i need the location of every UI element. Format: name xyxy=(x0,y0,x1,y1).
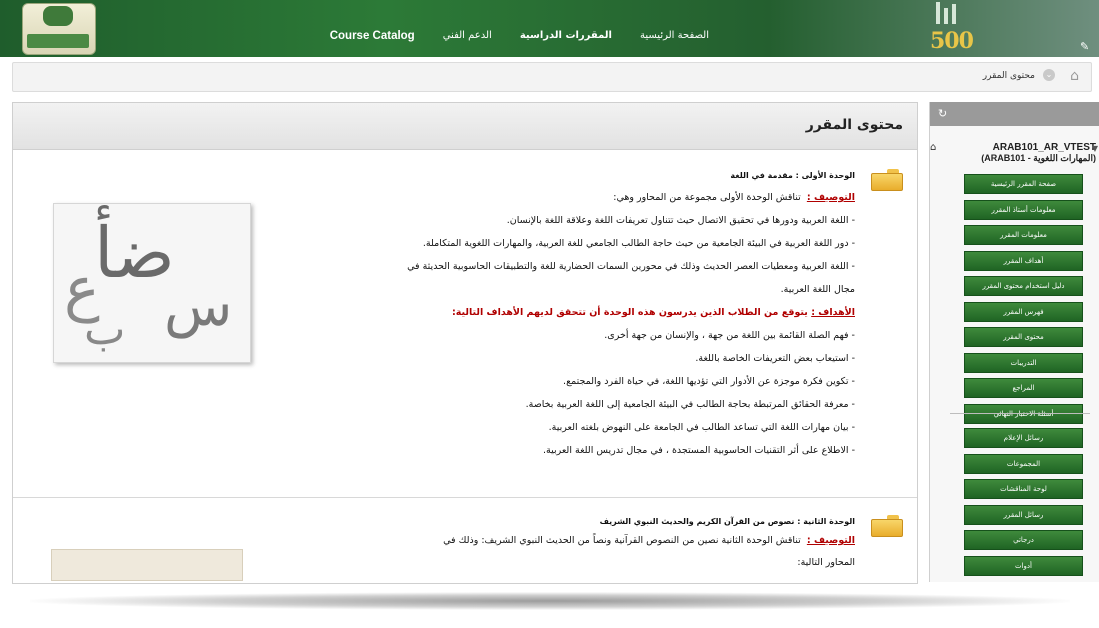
content-header: محتوى المقرر xyxy=(13,103,917,150)
breadcrumb: ⌂ ⌄ محتوى المقرر xyxy=(12,62,1092,92)
unit-1-image: ضأ ع س ب xyxy=(53,203,253,363)
unit-1-point: - دور اللغة العربية في البيئة الجامعية م… xyxy=(422,238,855,249)
chevron-down-icon[interactable]: ▼ xyxy=(1092,144,1098,153)
menu-discussion-board[interactable]: لوحة المناقشات xyxy=(964,479,1083,499)
sidebar-header: ↻ xyxy=(930,102,1099,126)
unit-1-description: التوصيف : تناقش الوحدة الأولى مجموعة من … xyxy=(407,186,855,209)
nav-course-catalog[interactable]: Course Catalog xyxy=(330,30,415,42)
university-logo[interactable] xyxy=(22,3,96,55)
unit-1-goal: - معرفة الحقائق المرتبطة بحاجة الطالب في… xyxy=(525,399,855,410)
unit-1-goal: - بيان مهارات اللغة التي تساعد الطالب في… xyxy=(548,422,855,433)
menu-groups[interactable]: المجموعات xyxy=(964,453,1083,474)
unit-1-goals: الأهداف : يتوقع من الطلاب الذين يدرسون ه… xyxy=(407,301,855,324)
menu-exercises[interactable]: التدريبات xyxy=(964,352,1083,373)
emblem-number: 500 xyxy=(930,28,974,54)
menu-course-content[interactable]: محتوى المقرر xyxy=(964,327,1083,347)
menu-instructor-info[interactable]: معلومات أستاذ المقرر xyxy=(964,199,1083,220)
menu-tools[interactable]: أدوات xyxy=(964,555,1083,576)
unit-1-goal: - فهم الصلة القائمة بين اللغة من جهة ، و… xyxy=(604,330,855,341)
emblem-tower xyxy=(952,4,956,24)
logo-ribbon xyxy=(27,34,89,48)
goals-text: يتوقع من الطلاب الذين يدرسون هذه الوحدة … xyxy=(451,307,808,318)
unit-2-next-line: المحاور التالية: xyxy=(797,557,855,568)
breadcrumb-current: محتوى المقرر xyxy=(982,71,1035,81)
calligraphy-glyph: س xyxy=(164,274,233,339)
course-code: ARAB101_AR_VTEST xyxy=(992,142,1096,153)
folder-body xyxy=(871,173,903,191)
course-sidebar: ↻ ⌂ ARAB101_AR_VTEST (ARAB101 - المهارات… xyxy=(929,102,1099,582)
menu-divider xyxy=(950,413,1090,414)
unit-1-point: مجال اللغة العربية. xyxy=(780,284,855,295)
content-panel: محتوى المقرر الوحدة الأولى : مقدمة في ال… xyxy=(12,102,918,584)
tools-menu: رسائل الإعلام المجموعات لوحة المناقشات ر… xyxy=(964,428,1083,581)
unit-1-point: - اللغة العربية ودورها في تحقيق الاتصال … xyxy=(506,215,855,226)
unit-1-goal: - استيعاب بعض التعريفات الخاصة باللغة. xyxy=(695,353,855,364)
menu-announcements[interactable]: رسائل الإعلام xyxy=(964,428,1083,448)
page-title: محتوى المقرر xyxy=(805,117,903,133)
unit-2-title[interactable]: الوحدة الثانية : نصوص من القرآن الكريم و… xyxy=(443,517,855,526)
unit-2-image xyxy=(51,549,243,581)
calligraphy-glyph: ضأ xyxy=(94,212,175,294)
unit-1-title[interactable]: الوحدة الأولى : مقدمة في اللغة xyxy=(407,171,855,180)
calligraphy-card: ضأ ع س ب xyxy=(53,203,251,363)
unit-1-goal: - الاطلاع على أثر التقنيات الحاسوبية الم… xyxy=(542,445,855,456)
chevron-icon: ⌄ xyxy=(1043,69,1055,81)
folder-icon[interactable] xyxy=(871,515,903,537)
unit-2-description: التوصيف : تناقش الوحدة الثانية نصين من ا… xyxy=(443,532,855,550)
unit-1: الوحدة الأولى : مقدمة في اللغة التوصيف :… xyxy=(407,171,855,462)
menu-course-index[interactable]: فهرس المقرر xyxy=(964,301,1083,322)
menu-content-guide[interactable]: دليل استخدام محتوى المقرر xyxy=(964,276,1083,296)
logo-seal-icon xyxy=(43,6,73,26)
calligraphy-glyph: ب xyxy=(84,304,126,355)
edit-icon[interactable]: ✎ xyxy=(1080,40,1089,53)
menu-course-info[interactable]: معلومات المقرر xyxy=(964,225,1083,245)
description-label: التوصيف : xyxy=(806,535,855,546)
top-nav: الصفحة الرئيسية المقررات الدراسية الدعم … xyxy=(330,30,709,42)
menu-references[interactable]: المراجع xyxy=(964,378,1083,398)
nav-support[interactable]: الدعم الفني xyxy=(443,30,492,42)
unit-separator xyxy=(13,497,917,498)
description-label: التوصيف : xyxy=(806,192,855,203)
nav-home[interactable]: الصفحة الرئيسية xyxy=(640,30,709,42)
course-title[interactable]: ⌂ ARAB101_AR_VTEST (ARAB101 - المهارات ا… xyxy=(930,142,1098,164)
menu-course-goals[interactable]: أهداف المقرر xyxy=(964,250,1083,271)
folder-icon[interactable] xyxy=(871,169,903,191)
unit-1-goal: - تكوين فكرة موجزة عن الأدوار التي تؤديه… xyxy=(563,376,855,387)
unit-1-point: - اللغة العربية ومعطيات العصر الحديث وذل… xyxy=(407,261,855,272)
course-home-icon[interactable]: ⌂ xyxy=(930,142,936,153)
anniversary-emblem: 500 xyxy=(928,2,978,56)
goals-label: الأهداف : xyxy=(811,307,855,318)
course-code-sub: (ARAB101 - المهارات اللغوية) xyxy=(981,153,1096,163)
description-text: تناقش الوحدة الثانية نصين من النصوص القر… xyxy=(443,535,801,546)
page-shadow xyxy=(30,592,1070,610)
menu-my-grades[interactable]: درجاتي xyxy=(964,530,1083,550)
description-text: تناقش الوحدة الأولى مجموعة من المحاور وه… xyxy=(613,192,801,203)
emblem-tower xyxy=(936,2,940,24)
menu-course-home[interactable]: صفحة المقرر الرئيسية xyxy=(964,174,1083,194)
unit-2: الوحدة الثانية : نصوص من القرآن الكريم و… xyxy=(443,517,855,576)
emblem-tower xyxy=(944,8,948,24)
folder-body xyxy=(871,519,903,537)
nav-courses[interactable]: المقررات الدراسية xyxy=(520,30,612,42)
refresh-icon[interactable]: ↻ xyxy=(938,107,947,120)
top-banner: الصفحة الرئيسية المقررات الدراسية الدعم … xyxy=(0,0,1099,57)
course-menu: صفحة المقرر الرئيسية معلومات أستاذ المقر… xyxy=(964,174,1083,429)
home-icon[interactable]: ⌂ xyxy=(1070,68,1079,84)
menu-course-messages[interactable]: رسائل المقرر xyxy=(964,504,1083,525)
